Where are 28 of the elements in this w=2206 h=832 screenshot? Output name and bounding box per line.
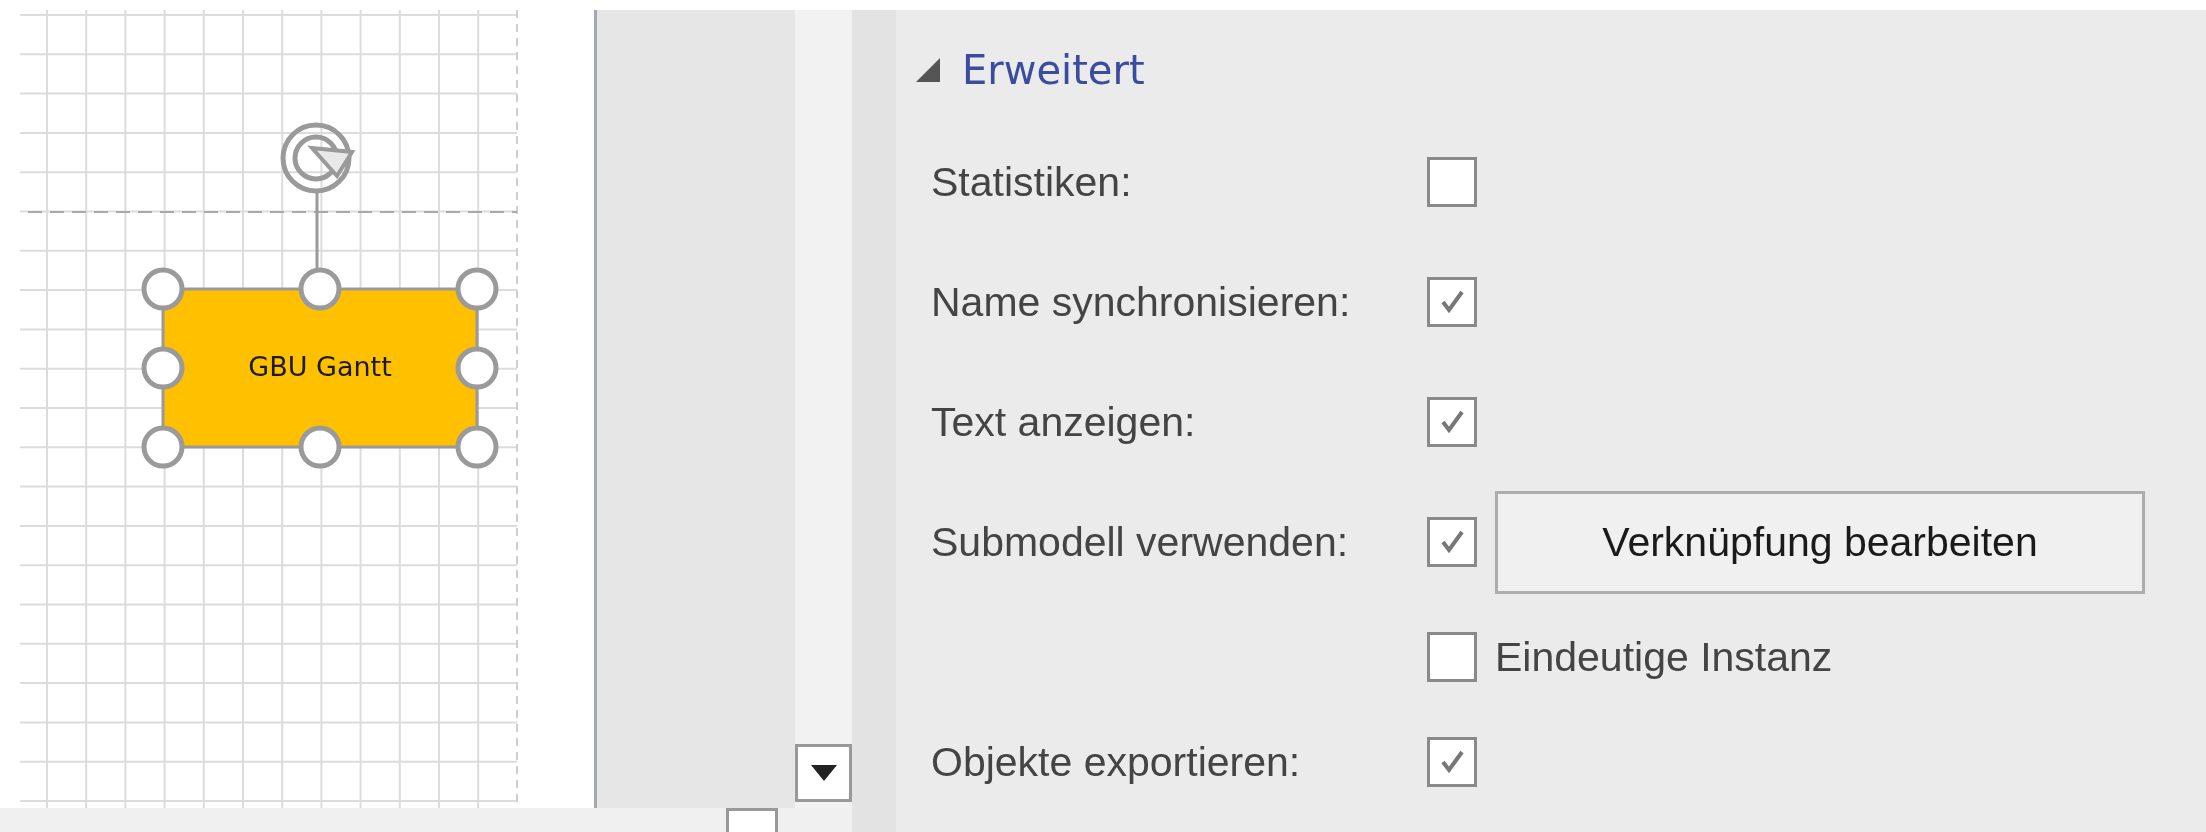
resize-handle[interactable] — [455, 425, 499, 469]
process-shape[interactable] — [161, 287, 479, 449]
field-label: Submodell verwenden: — [931, 518, 1350, 566]
resize-handle[interactable] — [141, 425, 185, 469]
field-label: Statistiken: — [931, 158, 1133, 206]
resize-handle[interactable] — [141, 346, 185, 390]
rotate-handle-icon[interactable] — [280, 122, 356, 194]
checkbox[interactable] — [1427, 517, 1477, 567]
checkbox-label[interactable]: Eindeutige Instanz — [1495, 633, 1833, 681]
resize-handle[interactable] — [455, 346, 499, 390]
scroll-button[interactable] — [726, 808, 778, 832]
section-header[interactable]: Erweitert — [916, 40, 2206, 100]
checkbox[interactable] — [1427, 737, 1477, 787]
checkbox[interactable] — [1427, 277, 1477, 327]
resize-handle[interactable] — [141, 267, 185, 311]
checkbox[interactable] — [1427, 397, 1477, 447]
edit-link-button[interactable]: Verknüpfung bearbeiten — [1495, 490, 2145, 594]
field-label: Text anzeigen: — [931, 398, 1197, 446]
checkbox[interactable] — [1427, 157, 1477, 207]
caret-down-icon — [810, 765, 837, 781]
resize-handle[interactable] — [455, 267, 499, 311]
resize-handle[interactable] — [298, 267, 342, 311]
field-label: Name synchronisieren: — [931, 278, 1352, 326]
scroll-down-button[interactable] — [795, 744, 852, 802]
shape-label: GBU Gantt — [248, 351, 392, 382]
checkbox[interactable] — [1427, 632, 1477, 682]
field-label: Objekte exportieren: — [931, 738, 1302, 786]
resize-handle[interactable] — [298, 425, 342, 469]
